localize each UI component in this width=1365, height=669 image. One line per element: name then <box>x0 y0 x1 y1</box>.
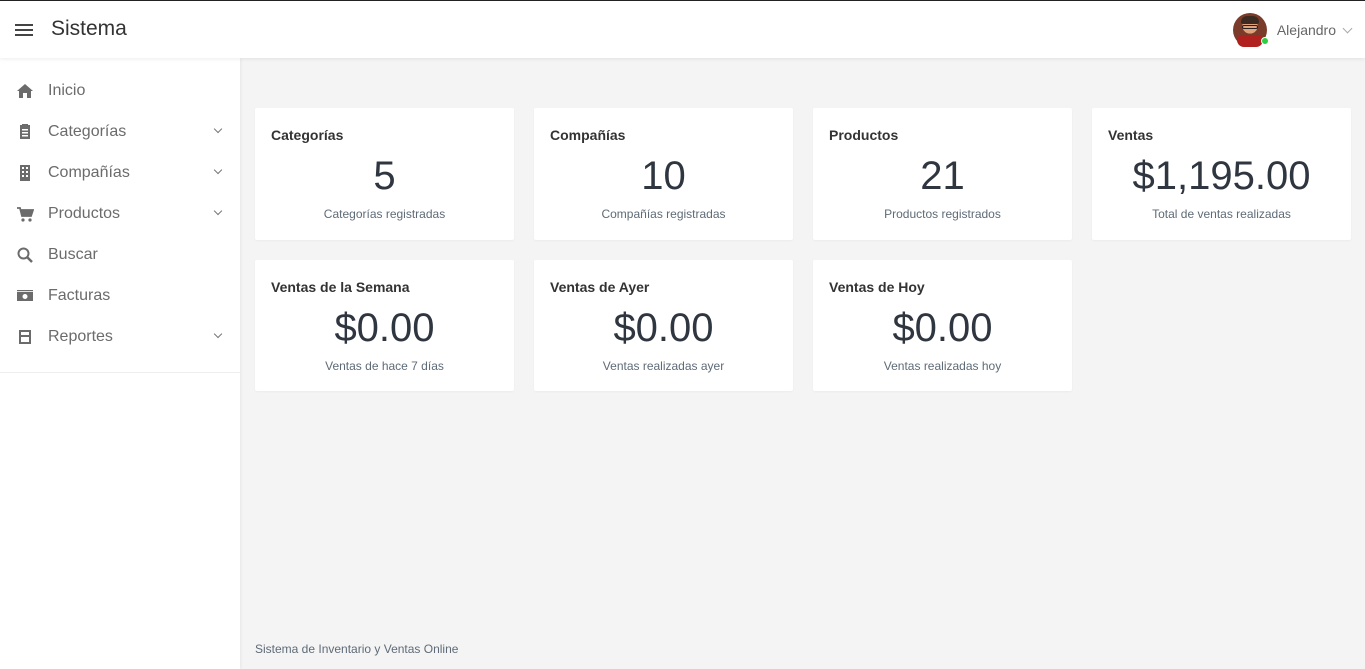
search-icon <box>16 246 34 264</box>
sidebar-item-label: Buscar <box>48 245 98 263</box>
chevron-down-icon <box>1342 23 1353 33</box>
sidebar-item-label: Compañías <box>48 163 130 181</box>
sidebar-item-categorias[interactable]: Categorías <box>0 111 240 152</box>
user-name: Alejandro <box>1276 22 1336 38</box>
sidebar: Inicio Categorías Compañías Productos Bu… <box>0 58 240 669</box>
card-title: Ventas <box>1108 127 1154 143</box>
cart-icon <box>16 205 34 223</box>
sidebar-item-label: Facturas <box>48 286 111 304</box>
card-title: Categorías <box>271 127 344 143</box>
stat-card-categorias: Categorías 5 Categorías registradas <box>255 108 514 240</box>
card-subtitle: Ventas de hace 7 días <box>325 359 444 373</box>
sidebar-item-reportes[interactable]: Reportes <box>0 316 240 357</box>
card-value: 21 <box>920 154 965 198</box>
sidebar-item-buscar[interactable]: Buscar <box>0 234 240 275</box>
top-navbar: Sistema Alejandro <box>0 0 1365 58</box>
chevron-down-icon <box>213 329 223 339</box>
card-title: Productos <box>829 127 899 143</box>
online-status-dot <box>1260 37 1269 45</box>
sidebar-item-label: Productos <box>48 204 121 222</box>
card-value: 10 <box>641 154 686 198</box>
sidebar-item-inicio[interactable]: Inicio <box>0 70 240 111</box>
sidebar-item-facturas[interactable]: Facturas <box>0 275 240 316</box>
card-value: 5 <box>373 154 396 198</box>
card-value: $0.00 <box>892 306 993 350</box>
clipboard-icon <box>16 123 34 141</box>
sidebar-item-productos[interactable]: Productos <box>0 193 240 234</box>
card-subtitle: Ventas realizadas ayer <box>602 359 725 373</box>
card-subtitle: Ventas realizadas hoy <box>883 359 1002 373</box>
card-title: Ventas de Hoy <box>829 279 925 295</box>
card-subtitle: Productos registrados <box>884 207 1001 221</box>
chevron-down-icon <box>213 206 223 216</box>
sidebar-nav: Inicio Categorías Compañías Productos Bu… <box>0 58 240 373</box>
card-title: Ventas de Ayer <box>550 279 650 295</box>
app-title: Sistema <box>51 17 127 40</box>
home-icon <box>16 82 34 100</box>
chevron-down-icon <box>213 124 223 134</box>
card-value: $0.00 <box>613 306 714 350</box>
sidebar-item-label: Categorías <box>48 122 127 140</box>
sidebar-item-label: Reportes <box>48 327 113 345</box>
user-menu[interactable]: Alejandro <box>1232 11 1353 49</box>
report-icon <box>16 328 34 346</box>
stat-card-ventas-hoy: Ventas de Hoy $0.00 Ventas realizadas ho… <box>813 260 1072 391</box>
dashboard-main: Categorías 5 Categorías registradas Comp… <box>240 58 1365 669</box>
card-value: $0.00 <box>334 306 435 350</box>
card-subtitle: Total de ventas realizadas <box>1152 207 1291 221</box>
card-title: Compañías <box>550 127 626 143</box>
stat-card-ventas-semana: Ventas de la Semana $0.00 Ventas de hace… <box>255 260 514 391</box>
hamburger-icon[interactable] <box>15 24 33 38</box>
card-subtitle: Categorías registradas <box>323 207 446 221</box>
chevron-down-icon <box>213 165 223 175</box>
stat-card-productos: Productos 21 Productos registrados <box>813 108 1072 240</box>
card-subtitle: Compañías registradas <box>601 207 726 221</box>
avatar <box>1232 13 1269 47</box>
money-icon <box>16 287 34 305</box>
sidebar-item-label: Inicio <box>48 81 86 99</box>
stat-card-ventas-ayer: Ventas de Ayer $0.00 Ventas realizadas a… <box>534 260 793 391</box>
stat-card-companias: Compañías 10 Compañías registradas <box>534 108 793 240</box>
footer-text: Sistema de Inventario y Ventas Online <box>255 642 459 656</box>
card-title: Ventas de la Semana <box>271 279 410 295</box>
building-icon <box>16 164 34 182</box>
stat-card-ventas: Ventas $1,195.00 Total de ventas realiza… <box>1092 108 1351 240</box>
sidebar-item-companias[interactable]: Compañías <box>0 152 240 193</box>
card-value: $1,195.00 <box>1132 154 1311 198</box>
